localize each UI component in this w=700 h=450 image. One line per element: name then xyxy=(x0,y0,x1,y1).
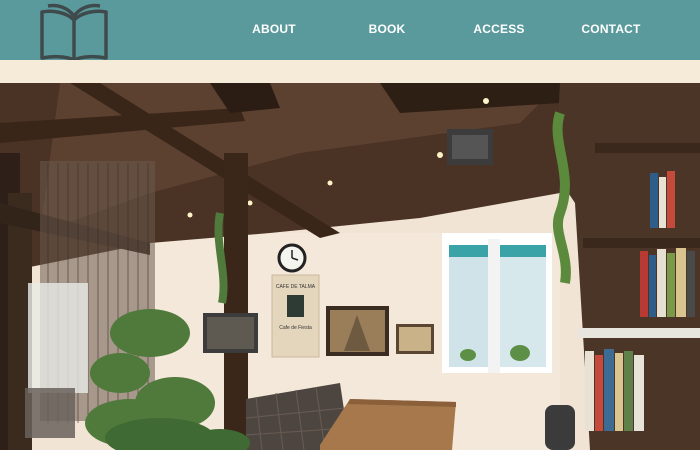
poster-title: CAFE DE TALMA xyxy=(276,284,316,290)
site-header: ABOUT BOOK ACCESS CONTACT xyxy=(0,0,700,62)
cafe-interior-photo: CAFE DE TALMA Cafe de Fiesta xyxy=(0,83,700,450)
main-nav: ABOUT BOOK ACCESS CONTACT xyxy=(0,0,700,60)
nav-about-link[interactable]: ABOUT xyxy=(252,20,296,38)
poster-subtitle: Cafe de Fiesta xyxy=(279,325,312,331)
hero-image: CAFE DE TALMA Cafe de Fiesta xyxy=(0,83,700,450)
nav-book-link[interactable]: BOOK xyxy=(369,20,406,38)
nav-contact-link[interactable]: CONTACT xyxy=(581,20,640,38)
header-divider-strip xyxy=(0,60,700,83)
nav-access-link[interactable]: ACCESS xyxy=(473,20,524,38)
